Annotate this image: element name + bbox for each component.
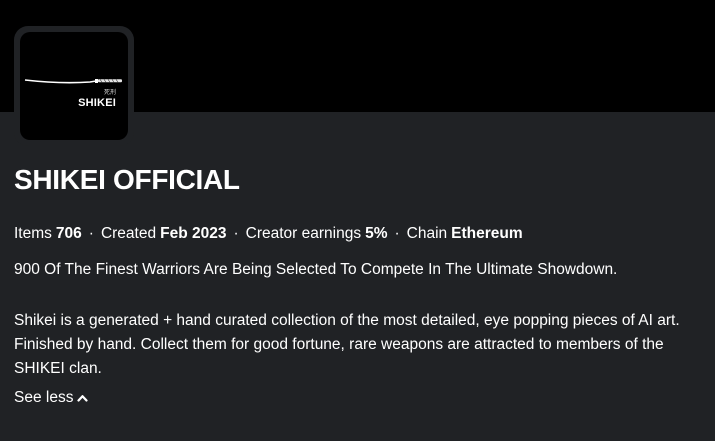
stat-separator: ·: [88, 225, 94, 242]
stat-chain-value: Ethereum: [451, 225, 523, 242]
stat-chain-label: Chain: [406, 225, 448, 242]
collection-avatar[interactable]: 死刑 SHIKEI: [20, 32, 128, 140]
collection-description: Shikei is a generated + hand curated col…: [14, 312, 680, 377]
see-less-label: See less: [14, 389, 74, 406]
stat-created-label: Created: [100, 225, 157, 242]
chevron-up-icon: [77, 395, 89, 402]
stat-items-label: Items: [14, 225, 52, 242]
collection-avatar-frame: 死刑 SHIKEI: [14, 26, 134, 146]
collection-title: SHIKEI OFFICIAL: [14, 164, 240, 195]
stat-items-value: 706: [55, 225, 82, 242]
avatar-logo-text: SHIKEI: [78, 97, 116, 109]
collection-tagline: 900 Of The Finest Warriors Are Being Sel…: [14, 261, 618, 278]
katana-icon: [24, 79, 122, 84]
stat-creator-earnings: Creator earnings 5%: [246, 225, 388, 243]
stat-chain: Chain Ethereum: [407, 225, 523, 243]
stat-earnings-label: Creator earnings: [245, 225, 362, 242]
stat-earnings-value: 5%: [365, 225, 388, 242]
collection-stats: Items 706 · Created Feb 2023 · Creator e…: [14, 225, 523, 243]
stat-created: Created Feb 2023: [101, 225, 227, 243]
stat-separator: ·: [394, 225, 400, 242]
stat-separator: ·: [233, 225, 239, 242]
avatar-kanji-text: 死刑: [103, 90, 116, 96]
stat-created-value: Feb 2023: [160, 225, 227, 242]
stat-items: Items 706: [14, 225, 82, 243]
see-less-button[interactable]: See less: [14, 389, 89, 407]
